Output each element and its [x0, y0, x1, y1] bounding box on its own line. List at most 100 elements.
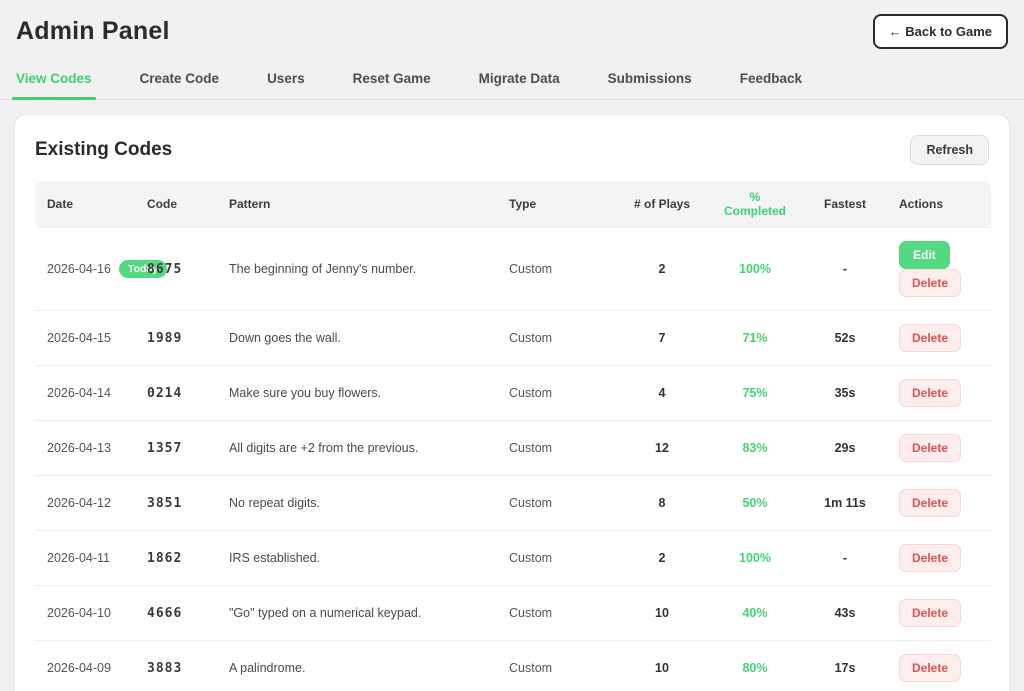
- date-value: 2026-04-16: [47, 262, 111, 276]
- date-cell: 2026-04-16Today: [35, 228, 135, 311]
- pattern-cell: The beginning of Jenny's number.: [217, 228, 497, 311]
- tab-view-codes[interactable]: View Codes: [14, 65, 94, 99]
- date-cell: 2026-04-15: [35, 311, 135, 366]
- column-header-pattern: Pattern: [217, 181, 497, 228]
- fastest-cell: -: [803, 531, 887, 586]
- plays-cell: 10: [617, 641, 707, 691]
- codes-table-body: 2026-04-16Today8675The beginning of Jenn…: [35, 228, 991, 691]
- delete-button[interactable]: Delete: [899, 434, 961, 462]
- delete-button[interactable]: Delete: [899, 269, 961, 297]
- tab-feedback[interactable]: Feedback: [738, 65, 804, 99]
- completed-cell: 80%: [707, 641, 803, 691]
- code-cell: 0214: [135, 366, 217, 421]
- refresh-button[interactable]: Refresh: [910, 135, 989, 165]
- pattern-cell: "Go" typed on a numerical keypad.: [217, 586, 497, 641]
- column-header-completed: % Completed: [707, 181, 803, 228]
- actions-cell: Delete: [887, 311, 991, 366]
- table-header: Date Code Pattern Type # of Plays % Comp…: [35, 181, 991, 228]
- type-cell: Custom: [497, 228, 617, 311]
- plays-cell: 10: [617, 586, 707, 641]
- plays-cell: 7: [617, 311, 707, 366]
- completed-cell: 100%: [707, 531, 803, 586]
- actions-cell: Delete: [887, 366, 991, 421]
- date-cell: 2026-04-12: [35, 476, 135, 531]
- delete-button[interactable]: Delete: [899, 654, 961, 682]
- code-cell: 1862: [135, 531, 217, 586]
- pattern-cell: A palindrome.: [217, 641, 497, 691]
- column-header-code: Code: [135, 181, 217, 228]
- pattern-cell: No repeat digits.: [217, 476, 497, 531]
- card-title: Existing Codes: [35, 139, 172, 161]
- date-value: 2026-04-15: [47, 331, 111, 345]
- type-cell: Custom: [497, 586, 617, 641]
- date-value: 2026-04-09: [47, 661, 111, 675]
- type-cell: Custom: [497, 421, 617, 476]
- date-value: 2026-04-14: [47, 386, 111, 400]
- fastest-cell: 43s: [803, 586, 887, 641]
- date-value: 2026-04-12: [47, 496, 111, 510]
- edit-button[interactable]: Edit: [899, 241, 950, 269]
- type-cell: Custom: [497, 366, 617, 421]
- type-cell: Custom: [497, 531, 617, 586]
- plays-cell: 4: [617, 366, 707, 421]
- delete-button[interactable]: Delete: [899, 489, 961, 517]
- date-value: 2026-04-13: [47, 441, 111, 455]
- actions-cell: Delete: [887, 531, 991, 586]
- fastest-cell: -: [803, 228, 887, 311]
- fastest-cell: 52s: [803, 311, 887, 366]
- date-cell: 2026-04-10: [35, 586, 135, 641]
- completed-cell: 75%: [707, 366, 803, 421]
- plays-cell: 8: [617, 476, 707, 531]
- delete-button[interactable]: Delete: [899, 544, 961, 572]
- pattern-cell: All digits are +2 from the previous.: [217, 421, 497, 476]
- date-cell: 2026-04-13: [35, 421, 135, 476]
- plays-cell: 2: [617, 531, 707, 586]
- date-cell: 2026-04-14: [35, 366, 135, 421]
- tab-create-code[interactable]: Create Code: [138, 65, 222, 99]
- back-to-game-button[interactable]: ← Back to Game: [873, 14, 1008, 49]
- code-cell: 3851: [135, 476, 217, 531]
- codes-table: Date Code Pattern Type # of Plays % Comp…: [35, 181, 991, 691]
- existing-codes-card: Existing Codes Refresh Date Code Pattern…: [14, 114, 1010, 691]
- delete-button[interactable]: Delete: [899, 599, 961, 627]
- column-header-actions: Actions: [887, 181, 991, 228]
- tab-bar: View Codes Create Code Users Reset Game Migr…: [0, 55, 1024, 100]
- fastest-cell: 17s: [803, 641, 887, 691]
- fastest-cell: 35s: [803, 366, 887, 421]
- date-value: 2026-04-11: [47, 551, 110, 565]
- pattern-cell: Make sure you buy flowers.: [217, 366, 497, 421]
- tab-users[interactable]: Users: [265, 65, 307, 99]
- actions-cell: EditDelete: [887, 228, 991, 311]
- delete-button[interactable]: Delete: [899, 324, 961, 352]
- code-cell: 8675: [135, 228, 217, 311]
- code-cell: 3883: [135, 641, 217, 691]
- type-cell: Custom: [497, 641, 617, 691]
- fastest-cell: 29s: [803, 421, 887, 476]
- actions-cell: Delete: [887, 421, 991, 476]
- completed-cell: 71%: [707, 311, 803, 366]
- actions-cell: Delete: [887, 586, 991, 641]
- actions-cell: Delete: [887, 641, 991, 691]
- code-cell: 1989: [135, 311, 217, 366]
- delete-button[interactable]: Delete: [899, 379, 961, 407]
- fastest-cell: 1m 11s: [803, 476, 887, 531]
- table-row: 2026-04-10 4666"Go" typed on a numerical …: [35, 586, 991, 641]
- completed-cell: 40%: [707, 586, 803, 641]
- column-header-plays: # of Plays: [617, 181, 707, 228]
- actions-cell: Delete: [887, 476, 991, 531]
- type-cell: Custom: [497, 476, 617, 531]
- code-cell: 4666: [135, 586, 217, 641]
- column-header-type: Type: [497, 181, 617, 228]
- tab-migrate-data[interactable]: Migrate Data: [477, 65, 562, 99]
- date-value: 2026-04-10: [47, 606, 111, 620]
- table-row: 2026-04-123851No repeat digits.Custom850…: [35, 476, 991, 531]
- table-row: 2026-04-09 3883A palindrome.Custom1080%17…: [35, 641, 991, 691]
- tab-reset-game[interactable]: Reset Game: [351, 65, 433, 99]
- tab-submissions[interactable]: Submissions: [606, 65, 694, 99]
- plays-cell: 12: [617, 421, 707, 476]
- table-row: 2026-04-111862IRS established.Custom2100…: [35, 531, 991, 586]
- date-cell: 2026-04-09: [35, 641, 135, 691]
- table-row: 2026-04-16Today8675The beginning of Jenn…: [35, 228, 991, 311]
- completed-cell: 83%: [707, 421, 803, 476]
- type-cell: Custom: [497, 311, 617, 366]
